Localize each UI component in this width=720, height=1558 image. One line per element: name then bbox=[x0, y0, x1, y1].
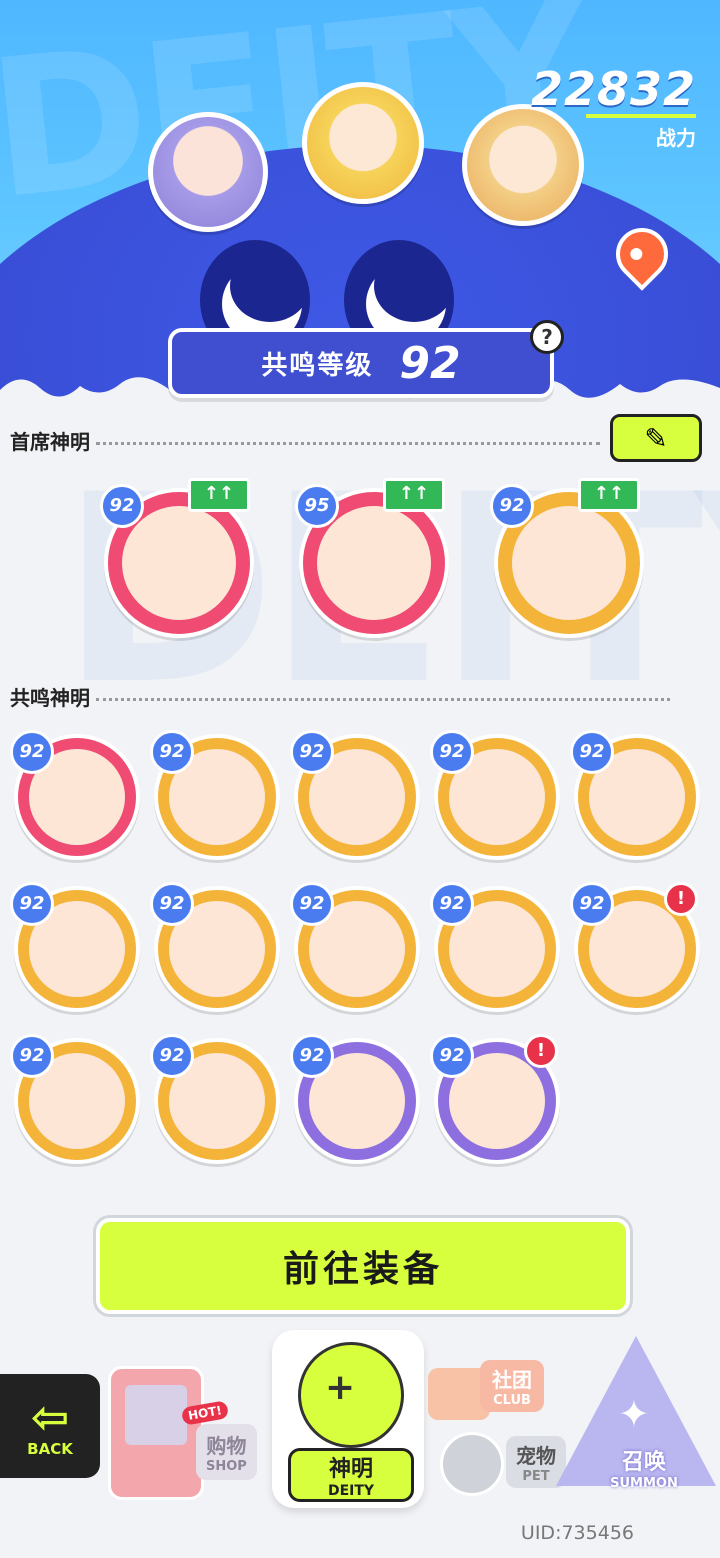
deity-level-badge: 92 bbox=[490, 484, 534, 528]
deity-label-en: DEITY bbox=[327, 1483, 375, 1499]
back-arrow-icon: ⇦ bbox=[30, 1390, 70, 1444]
back-button[interactable]: ⇦ BACK bbox=[0, 1374, 100, 1478]
deity-level-badge: 92 bbox=[10, 730, 54, 774]
summon-label-zh: 召唤 bbox=[621, 1450, 666, 1475]
deity-level-badge: 92 bbox=[290, 730, 334, 774]
club-label: 社团 CLUB bbox=[480, 1360, 544, 1412]
lineup-character-1[interactable] bbox=[148, 112, 268, 232]
deity-portrait[interactable]: 92 bbox=[150, 1034, 280, 1164]
summon-label-en: SUMMON bbox=[610, 1476, 678, 1491]
power-label: 战力 bbox=[656, 126, 696, 150]
deity-portrait[interactable]: 92 bbox=[570, 730, 700, 860]
shop-label-en: SHOP bbox=[206, 1459, 247, 1474]
deity-face bbox=[512, 506, 626, 620]
go-equip-button[interactable]: 前往装备 bbox=[96, 1218, 630, 1314]
back-label: BACK bbox=[27, 1440, 73, 1458]
alert-badge: ! bbox=[664, 882, 698, 916]
deity-level-badge: 92 bbox=[150, 730, 194, 774]
deity-level-badge: 92 bbox=[150, 1034, 194, 1078]
upgrade-arrow-icon[interactable]: ↑↑ bbox=[383, 478, 445, 512]
deity-face bbox=[122, 506, 236, 620]
shop-label: 购物 SHOP bbox=[196, 1424, 257, 1480]
deity-portrait[interactable]: 92! bbox=[570, 882, 700, 1012]
deity-level-badge: 92 bbox=[150, 882, 194, 926]
deity-level-badge: 92 bbox=[100, 484, 144, 528]
head-deity-title-text: 首席神明 bbox=[10, 430, 90, 454]
vending-machine-icon bbox=[108, 1366, 204, 1500]
alert-badge: ! bbox=[524, 1034, 558, 1068]
resonance-level-label: 共鸣等级 bbox=[261, 350, 374, 381]
deity-level-badge: 92 bbox=[290, 1034, 334, 1078]
resonance-level-bar[interactable]: 共鸣等级 92 bbox=[168, 328, 554, 398]
nav-shop[interactable]: HOT! 购物 SHOP bbox=[100, 1354, 270, 1504]
deity-level-badge: 92 bbox=[570, 882, 614, 926]
head-deity-section-title: 首席神明 bbox=[10, 426, 700, 455]
deity-portrait[interactable]: 92 bbox=[10, 730, 140, 860]
upgrade-arrow-icon[interactable]: ↑↑ bbox=[578, 478, 640, 512]
nav-summon[interactable]: ✦ 召唤 SUMMON bbox=[556, 1336, 716, 1506]
club-label-zh: 社团 bbox=[492, 1368, 532, 1392]
resonance-deity-section-title: 共鸣神明 bbox=[10, 682, 700, 711]
deity-portrait[interactable]: 92 bbox=[430, 882, 560, 1012]
summon-star-icon: ✦ bbox=[618, 1392, 650, 1436]
deity-level-badge: 92 bbox=[430, 1034, 474, 1078]
deity-face bbox=[317, 506, 431, 620]
resonance-deity-title-text: 共鸣神明 bbox=[10, 686, 90, 710]
deity-portrait[interactable]: 92 bbox=[10, 1034, 140, 1164]
deity-portrait[interactable]: 92 bbox=[430, 730, 560, 860]
pet-lock-icon bbox=[440, 1432, 504, 1496]
deity-portrait[interactable]: 92 bbox=[10, 882, 140, 1012]
deity-level-badge: 92 bbox=[430, 730, 474, 774]
section-divider bbox=[96, 698, 670, 701]
nav-deity[interactable]: 神明 DEITY bbox=[272, 1330, 424, 1508]
shop-label-zh: 购物 bbox=[206, 1434, 247, 1458]
power-value: 22832 bbox=[530, 62, 696, 116]
deity-portrait[interactable]: 92 bbox=[150, 882, 280, 1012]
pet-label-zh: 宠物 bbox=[516, 1444, 556, 1468]
pencil-icon: ✎ bbox=[644, 421, 668, 455]
upgrade-arrow-icon[interactable]: ↑↑ bbox=[188, 478, 250, 512]
deity-level-badge: 92 bbox=[430, 882, 474, 926]
section-divider bbox=[96, 442, 600, 445]
deity-portrait[interactable]: 92 bbox=[290, 1034, 420, 1164]
user-id: UID:735456 bbox=[520, 1522, 634, 1544]
deity-portrait[interactable]: 92! bbox=[430, 1034, 560, 1164]
edit-lineup-button[interactable]: ✎ bbox=[610, 414, 702, 462]
summon-label: 召唤 SUMMON bbox=[596, 1444, 692, 1491]
power-display: 22832 战力 bbox=[531, 62, 696, 151]
deity-level-badge: 92 bbox=[10, 882, 54, 926]
deity-level-badge: 92 bbox=[290, 882, 334, 926]
club-label-en: CLUB bbox=[493, 1393, 531, 1408]
deity-level-badge: 95 bbox=[295, 484, 339, 528]
deity-tab-label: 神明 DEITY bbox=[288, 1448, 414, 1502]
deity-level-badge: 92 bbox=[570, 730, 614, 774]
deity-label-zh: 神明 bbox=[328, 1457, 373, 1482]
deity-mascot-icon bbox=[298, 1342, 404, 1448]
deity-portrait[interactable]: 92 bbox=[290, 730, 420, 860]
deity-level-badge: 92 bbox=[10, 1034, 54, 1078]
deity-portrait[interactable]: 92 bbox=[150, 730, 280, 860]
help-icon[interactable]: ? bbox=[530, 320, 564, 354]
deity-portrait[interactable]: 92 bbox=[290, 882, 420, 1012]
lineup-character-2[interactable] bbox=[302, 82, 424, 204]
resonance-level-value: 92 bbox=[399, 337, 461, 389]
pet-label-en: PET bbox=[522, 1469, 550, 1484]
